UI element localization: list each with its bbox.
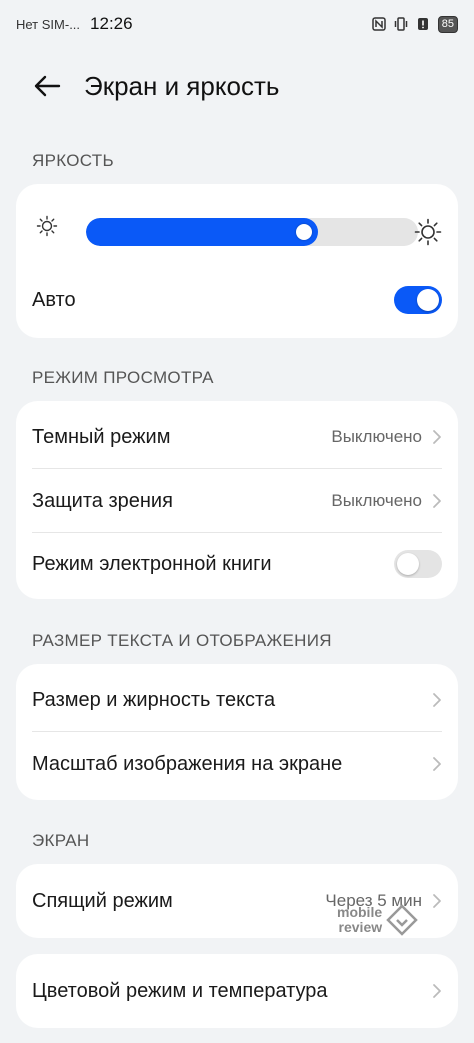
dark-mode-row[interactable]: Темный режим Выключено [32,413,442,461]
sleep-label: Спящий режим [32,889,173,912]
status-bar: Нет SIM-... 12:26 85 [0,0,474,48]
alert-icon [417,18,428,30]
back-arrow-icon[interactable] [32,71,62,101]
sim-status: Нет SIM-... [16,16,81,32]
mobile-review-logo-icon [386,904,418,936]
chevron-right-icon [433,984,441,998]
auto-brightness-label: Авто [32,288,76,311]
divider [32,468,442,469]
display-scale-label: Масштаб изображения на экране [32,752,343,775]
clock: 12:26 [90,14,133,33]
brightness-slider[interactable] [86,218,418,246]
text-size-row[interactable]: Размер и жирность текста [32,676,442,724]
watermark-line-2: review [338,919,383,935]
page-header: Экран и яркость [0,58,474,114]
view-mode-card: Темный режим Выключено Защита зрения Вык… [16,401,458,599]
section-label-text-display: РАЗМЕР ТЕКСТА И ОТОБРАЖЕНИЯ [32,631,332,650]
dark-mode-value: Выключено [331,427,422,446]
chevron-right-icon [433,494,441,508]
color-mode-row[interactable]: Цветовой режим и температура [32,967,442,1015]
brightness-slider-track [86,218,418,246]
text-size-label: Размер и жирность текста [32,688,276,711]
auto-brightness-row[interactable]: Авто [32,280,442,320]
ebook-mode-label: Режим электронной книги [32,552,272,575]
toggle-knob [417,289,439,311]
nfc-icon [372,17,386,31]
brightness-slider-fill [86,218,318,246]
chevron-right-icon [433,757,441,771]
divider [32,532,442,533]
color-mode-label: Цветовой режим и температура [32,979,328,1002]
dark-mode-label: Темный режим [32,425,171,448]
chevron-right-icon [433,430,441,444]
mobile-review-watermark: mobile review [337,904,418,936]
brightness-slider-handle[interactable] [296,224,312,240]
divider [32,731,442,732]
watermark-text: mobile review [337,905,382,935]
sun-small-icon [36,215,58,237]
chevron-right-icon [433,894,441,908]
toggle-knob [397,553,419,575]
section-label-brightness: ЯРКОСТЬ [32,151,114,170]
eye-comfort-label: Защита зрения [32,489,173,512]
display-scale-row[interactable]: Масштаб изображения на экране [32,740,442,788]
watermark-line-1: mobile [337,904,383,920]
color-mode-card: Цветовой режим и температура [16,954,458,1028]
ebook-mode-row[interactable]: Режим электронной книги [32,540,442,588]
brightness-card: Авто [16,184,458,338]
ebook-mode-toggle[interactable] [394,550,442,578]
status-icons: 85 [372,15,458,33]
battery-indicator: 85 [437,15,458,33]
chevron-right-icon [433,693,441,707]
eye-comfort-value: Выключено [331,491,422,510]
section-label-screen: ЭКРАН [32,831,90,850]
section-label-view-mode: РЕЖИМ ПРОСМОТРА [32,368,214,387]
auto-brightness-toggle[interactable] [394,286,442,314]
eye-comfort-row[interactable]: Защита зрения Выключено [32,477,442,525]
text-display-card: Размер и жирность текста Масштаб изображ… [16,664,458,800]
vibrate-icon [394,17,407,31]
sun-large-icon [414,218,442,246]
page-title: Экран и яркость [84,70,280,101]
